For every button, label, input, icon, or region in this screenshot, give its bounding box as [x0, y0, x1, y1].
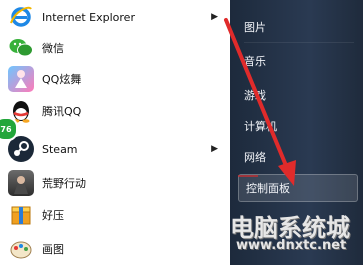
- paint-icon: [8, 236, 34, 262]
- knives-out-icon: [8, 170, 34, 196]
- menu-item-label: 好压: [42, 209, 64, 222]
- haozip-icon: [8, 202, 34, 228]
- menu-item-label: 控制面板: [246, 182, 290, 195]
- menu-item-games[interactable]: 游戏: [244, 87, 266, 103]
- menu-item-wechat[interactable]: 微信: [0, 33, 230, 63]
- wechat-icon: [8, 35, 34, 61]
- menu-item-label: 荒野行动: [42, 177, 86, 190]
- start-menu-programs-pane: Internet Explorer ▶ 微信 QQ炫舞 腾讯QQ Steam ▶…: [0, 0, 230, 265]
- watermark-url: www.dnxtc.net: [236, 238, 347, 253]
- menu-item-computer[interactable]: 计算机: [244, 118, 277, 134]
- menu-item-label: QQ炫舞: [42, 73, 82, 86]
- menu-item-paint[interactable]: 画图: [0, 234, 230, 264]
- menu-item-steam[interactable]: Steam ▶: [0, 134, 230, 164]
- submenu-arrow-icon: ▶: [211, 12, 218, 22]
- menu-item-label: Steam: [42, 142, 78, 156]
- menu-item-label: 腾讯QQ: [42, 105, 82, 118]
- menu-item-label: 微信: [42, 42, 64, 55]
- menu-item-control-panel[interactable]: 控制面板: [238, 174, 358, 202]
- menu-item-internet-explorer[interactable]: Internet Explorer ▶: [0, 2, 230, 32]
- menu-item-label: Internet Explorer: [42, 10, 135, 24]
- menu-item-knives-out[interactable]: 荒野行动: [0, 168, 230, 198]
- notification-badge: 76: [0, 117, 18, 141]
- qq-dance-icon: [8, 66, 34, 92]
- internet-explorer-icon: [8, 4, 34, 30]
- menu-item-tencent-qq[interactable]: 腾讯QQ: [0, 96, 230, 126]
- divider: [244, 42, 354, 43]
- menu-item-qq-dance[interactable]: QQ炫舞: [0, 64, 230, 94]
- submenu-arrow-icon: ▶: [211, 144, 218, 154]
- menu-item-label: 画图: [42, 243, 64, 256]
- menu-item-haozip[interactable]: 好压: [0, 200, 230, 230]
- menu-item-network[interactable]: 网络: [244, 149, 266, 165]
- menu-item-music[interactable]: 音乐: [244, 53, 266, 69]
- menu-item-pictures[interactable]: 图片: [244, 19, 266, 35]
